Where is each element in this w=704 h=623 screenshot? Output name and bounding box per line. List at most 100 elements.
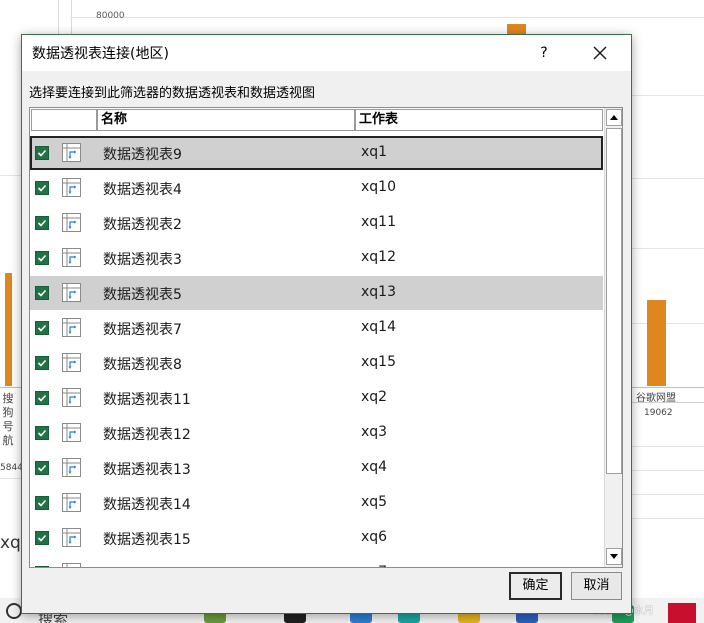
checkbox[interactable] (35, 356, 49, 370)
pivot-table-icon (62, 563, 81, 567)
list-item[interactable]: 数据透视表4 xq10 (30, 171, 603, 205)
checkbox[interactable] (35, 251, 49, 265)
pivot-table-list[interactable]: 名称 工作表 数据透视表9 xq1 数据透视表4 xq10 数据透视表2 xq11 数据透视… (29, 107, 623, 568)
sheet-name: xq1 (361, 144, 388, 160)
chart-gridline (631, 323, 704, 324)
search-icon[interactable] (6, 603, 22, 619)
sheet-gridline (631, 494, 704, 495)
instruction-text: 选择要连接到此筛选器的数据透视表和数据透视图 (29, 86, 316, 101)
list-item[interactable]: 数据透视表15 xq6 (30, 521, 603, 555)
pivot-table-icon (62, 528, 81, 547)
pivot-table-icon (62, 493, 81, 512)
checkmark-icon (37, 394, 47, 402)
chart-gridline (631, 178, 704, 179)
pivot-table-name: 数据透视表13 (103, 462, 191, 478)
chart-axis (631, 387, 704, 388)
checkmark-icon (37, 219, 47, 227)
checkbox[interactable] (35, 531, 49, 545)
pivot-table-name: 数据透视表5 (103, 287, 182, 303)
chart-axis-tick: 80000 (96, 11, 125, 21)
pivot-table-icon (62, 143, 81, 162)
checkmark-icon (37, 149, 47, 157)
chart-gridline (70, 17, 704, 18)
pivot-table-name: 数据透视表9 (103, 147, 182, 163)
chart-gridline (631, 95, 704, 96)
chart-gridline (71, 0, 72, 37)
column-header-check[interactable] (31, 109, 97, 131)
pivot-table-name: 数据透视表12 (103, 427, 191, 443)
checkmark-icon (37, 289, 47, 297)
checkmark-icon (37, 464, 47, 472)
arrow-up-icon (610, 115, 618, 120)
pivot-table-icon (62, 178, 81, 197)
list-item[interactable]: 数据透视表14 xq5 (30, 486, 603, 520)
chart-bar (507, 24, 526, 34)
checkbox[interactable] (35, 461, 49, 475)
app-logo-icon (668, 603, 696, 623)
pivot-table-icon (62, 213, 81, 232)
checkbox[interactable] (35, 566, 49, 567)
sheet-gridline (631, 470, 704, 471)
pivot-table-name: 数据透视表7 (103, 322, 182, 338)
pivot-table-name: 数据透视表4 (103, 182, 182, 198)
list-item[interactable]: 数据透视表12 xq3 (30, 416, 603, 450)
checkbox[interactable] (35, 321, 49, 335)
chart-gridline (0, 175, 21, 176)
chart-bar (647, 300, 666, 386)
checkbox[interactable] (35, 496, 49, 510)
checkmark-icon (37, 254, 47, 262)
pivot-table-name: 数据透视表14 (103, 497, 191, 513)
checkbox[interactable] (35, 181, 49, 195)
sheet-name: xq13 (361, 284, 396, 300)
sheet-name: xq12 (361, 249, 396, 265)
arrow-down-icon (610, 554, 618, 559)
checkbox[interactable] (35, 146, 49, 160)
pivot-table-icon (62, 248, 81, 267)
chart-gridline (631, 248, 704, 249)
scroll-down-button[interactable] (606, 548, 622, 565)
checkbox[interactable] (35, 286, 49, 300)
list-item[interactable]: 数据透视表11 xq2 (30, 381, 603, 415)
pivot-table-name: 数据透视表15 (103, 532, 191, 548)
vertical-scrollbar[interactable] (604, 108, 622, 567)
scroll-thumb[interactable] (606, 128, 622, 474)
list-item[interactable]: 数据透视表2 xq11 (30, 206, 603, 240)
list-item[interactable]: 数据透视表7 xq14 (30, 311, 603, 345)
checkmark-icon (37, 324, 47, 332)
dialog-title: 数据透视表连接(地区) (32, 46, 169, 62)
checkbox[interactable] (35, 216, 49, 230)
pivot-table-icon (62, 318, 81, 337)
sheet-name: xq15 (361, 354, 396, 370)
list-item[interactable]: 数据透视表16 xq7 (30, 556, 603, 567)
title-bar[interactable]: 数据透视表连接(地区) ? (22, 35, 631, 71)
sheet-name: xq5 (361, 494, 388, 510)
column-header-sheet[interactable]: 工作表 (355, 109, 603, 131)
pivot-table-name: 数据透视表16 (103, 564, 191, 567)
list-item[interactable]: 数据透视表3 xq12 (30, 241, 603, 275)
chart-gridline (58, 0, 59, 37)
checkmark-icon (37, 429, 47, 437)
sheet-name: xq14 (361, 319, 396, 335)
close-icon (593, 46, 607, 60)
checkmark-icon (37, 359, 47, 367)
close-button[interactable] (586, 39, 614, 67)
cancel-button[interactable]: 取消 (571, 572, 622, 600)
pivot-table-icon (62, 458, 81, 477)
list-item[interactable]: 数据透视表13 xq4 (30, 451, 603, 485)
list-item[interactable]: 数据透视表9 xq1 (30, 136, 603, 170)
checkbox[interactable] (35, 391, 49, 405)
sheet-name: xq6 (361, 529, 388, 545)
checkmark-icon (37, 184, 47, 192)
ok-button[interactable]: 确定 (509, 572, 562, 600)
list-item[interactable]: 数据透视表5 xq13 (30, 276, 603, 310)
list-item[interactable]: 数据透视表8 xq15 (30, 346, 603, 380)
checkbox[interactable] (35, 426, 49, 440)
screen: 80000 搜 狗 号 航 5844 谷歌网盟 19062 xq6 搜索 CSD… (0, 0, 704, 623)
sheet-gridline (631, 446, 704, 447)
help-button[interactable]: ? (530, 39, 558, 67)
pivot-table-icon (62, 388, 81, 407)
chart-value-label: 5844 (0, 463, 23, 473)
chart-axis (0, 387, 21, 388)
scroll-up-button[interactable] (606, 109, 622, 126)
column-header-name[interactable]: 名称 (97, 109, 355, 131)
